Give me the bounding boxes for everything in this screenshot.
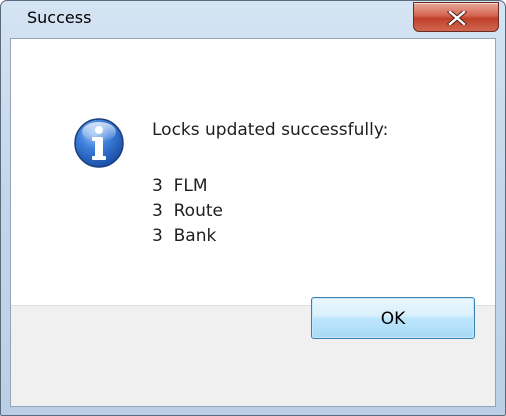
- dialog-window: Success Locks updated successfully: 3 FL…: [0, 0, 506, 416]
- close-icon: [447, 11, 467, 25]
- dialog-client-area: Locks updated successfully: 3 FLM 3 Rout…: [10, 38, 496, 407]
- message-line-flm: 3 FLM: [152, 176, 208, 196]
- close-button[interactable]: [413, 2, 499, 32]
- title-bar[interactable]: Success: [1, 1, 505, 35]
- message-line-bank: 3 Bank: [152, 226, 217, 246]
- message-details: 3 FLM 3 Route 3 Bank: [152, 174, 223, 249]
- message-area: Locks updated successfully: 3 FLM 3 Rout…: [11, 39, 495, 305]
- info-icon: [74, 118, 124, 168]
- message-line-route: 3 Route: [152, 201, 223, 221]
- window-title: Success: [27, 8, 92, 27]
- ok-button[interactable]: OK: [311, 297, 475, 339]
- message-text: Locks updated successfully:: [152, 120, 389, 140]
